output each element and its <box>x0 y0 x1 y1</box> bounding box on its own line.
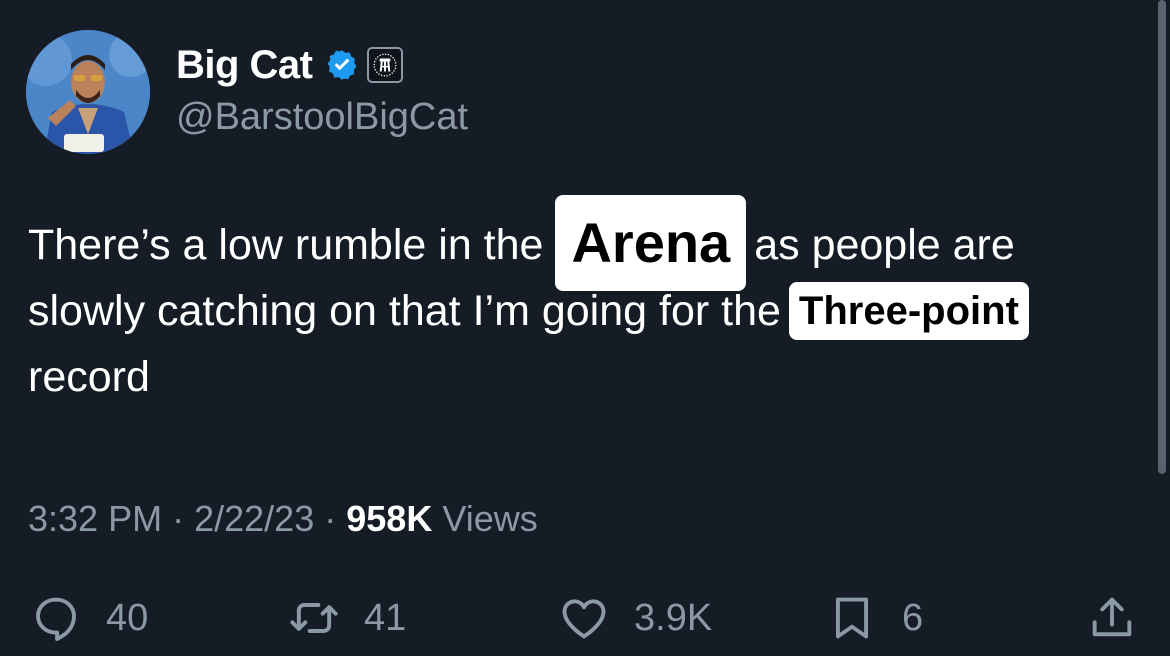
retweet-icon <box>290 603 338 633</box>
reply-icon <box>36 597 76 641</box>
views-label: Views <box>442 498 538 539</box>
reply-count: 40 <box>106 596 149 639</box>
meta-separator: · <box>324 498 337 539</box>
tweet-text-segment: There’s a low rumble in the <box>28 221 544 269</box>
share-icon <box>1092 597 1132 637</box>
tweet-date[interactable]: 2/22/23 <box>194 498 314 539</box>
retweet-button[interactable]: 41 <box>288 588 406 648</box>
action-bar: 40 41 3.9K 6 <box>0 588 1170 648</box>
views-count[interactable]: 958K <box>346 498 432 539</box>
retweet-count: 41 <box>364 596 407 639</box>
highlight-arena: Arena <box>555 195 747 291</box>
share-button[interactable] <box>1086 588 1138 648</box>
scrollbar[interactable] <box>1158 0 1166 474</box>
author-display-name[interactable]: Big Cat <box>176 43 313 88</box>
author-handle[interactable]: @BarstoolBigCat <box>176 96 468 139</box>
tweet-line-3: record <box>28 344 1153 410</box>
bookmark-count: 6 <box>902 596 924 639</box>
meta-separator: · <box>172 498 185 539</box>
tweet-text-segment: as people are <box>754 221 1015 269</box>
verified-badge-icon <box>327 50 356 80</box>
like-count: 3.9K <box>634 596 713 639</box>
tweet-meta: 3:32 PM · 2/22/23 · 958K Views <box>28 498 538 540</box>
bookmark-icon <box>835 597 869 639</box>
reply-button[interactable]: 40 <box>30 588 148 648</box>
tweet-time[interactable]: 3:32 PM <box>28 498 162 539</box>
tweet-text: There’s a low rumble in the Arena as peo… <box>28 195 1153 410</box>
affiliation-badge[interactable] <box>366 47 403 83</box>
barstool-logo-icon <box>373 53 396 77</box>
like-button[interactable]: 3.9K <box>558 588 712 648</box>
tweet-text-segment: record <box>28 353 150 401</box>
author-name-row: Big Cat <box>176 40 403 90</box>
heart-icon <box>562 599 606 639</box>
avatar-image <box>26 30 150 154</box>
tweet-line-1: There’s a low rumble in the Arena as peo… <box>28 195 1153 291</box>
author-avatar[interactable] <box>26 30 150 154</box>
bookmark-button[interactable]: 6 <box>826 588 923 648</box>
highlight-three-point: Three-point <box>788 282 1029 340</box>
